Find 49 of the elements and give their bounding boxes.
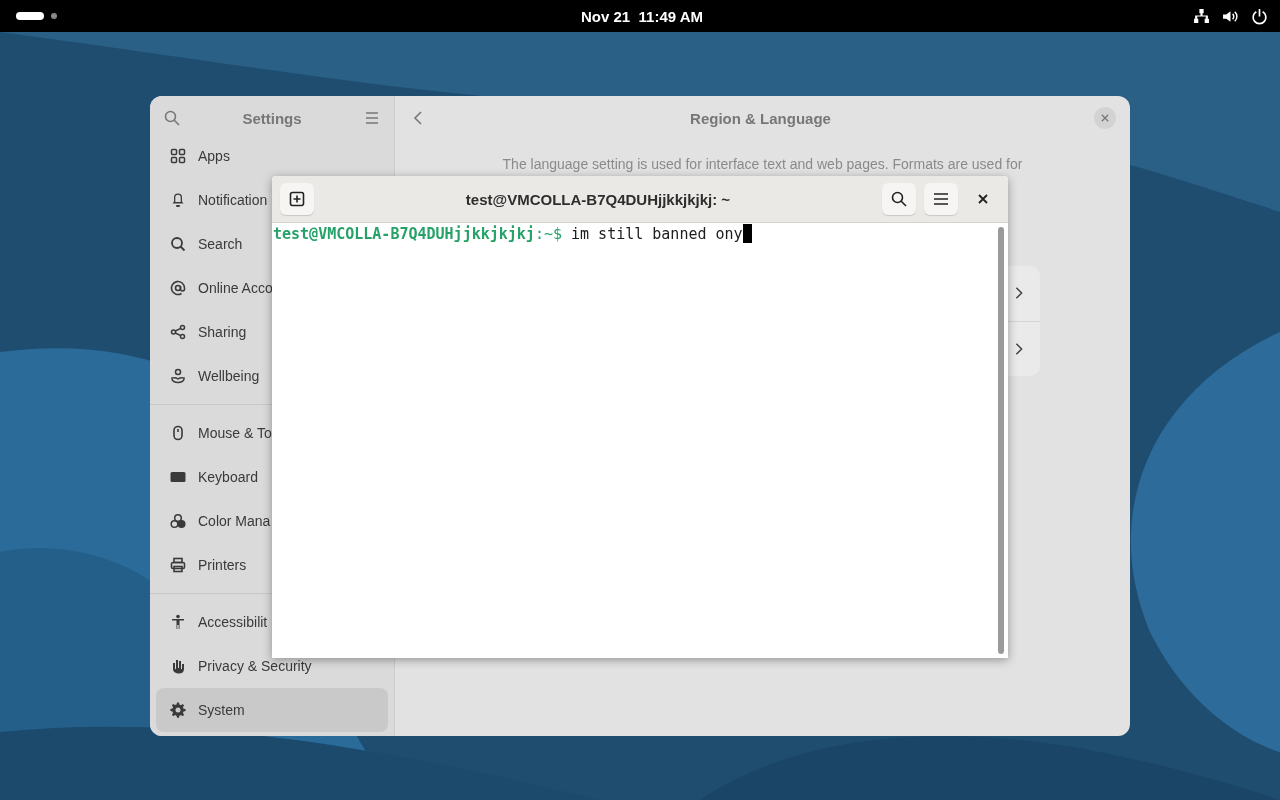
close-icon [978, 194, 988, 204]
sidebar-item[interactable]: Color Mana [156, 499, 271, 543]
accessibility-person-icon [170, 614, 186, 630]
color-circles-icon [170, 513, 186, 529]
sidebar-item[interactable]: Accessibilit [156, 600, 268, 644]
search-icon [891, 191, 907, 207]
clock[interactable]: Nov 21 11:49 AM [581, 7, 703, 25]
apps-grid-icon [170, 148, 186, 164]
search-icon [170, 236, 186, 252]
sidebar-item[interactable]: Mouse & To [156, 411, 272, 455]
sidebar-item[interactable]: System [156, 688, 388, 732]
window-title: Settings [242, 109, 302, 127]
menu-icon [933, 191, 949, 207]
text-cursor [742, 224, 752, 243]
network-icon[interactable] [1193, 7, 1210, 25]
printer-icon [170, 557, 186, 573]
gear-icon [170, 702, 186, 718]
sidebar-item[interactable]: Apps [156, 134, 230, 178]
mouse-icon [170, 425, 186, 441]
hand-icon [170, 658, 186, 674]
menu-button[interactable] [924, 183, 958, 215]
search-button[interactable] [882, 183, 916, 215]
terminal-title: test@VMCOLLA-B7Q4DUHjjkkjkjkj: ~ [464, 190, 732, 208]
prompt-path: :~$ [534, 225, 562, 243]
sidebar-item[interactable]: Wellbeing [156, 354, 260, 398]
sidebar-item[interactable]: Privacy & Security [156, 644, 312, 688]
close-icon [1101, 114, 1109, 122]
close-button[interactable] [1094, 107, 1116, 129]
description-text: The language setting is used for interface text and web pages. Formats are used for [501, 156, 1024, 172]
at-sign-icon [170, 280, 186, 296]
search-icon[interactable] [164, 110, 180, 126]
workspace-indicator-icon[interactable] [16, 12, 44, 20]
workspace-dot-icon[interactable] [51, 13, 57, 19]
sidebar-item[interactable]: Search [156, 222, 243, 266]
sidebar-item[interactable]: Online Acco [156, 266, 273, 310]
prompt-user: test@VMCOLLA-B7Q4DUHjjkkjkjkj [273, 225, 535, 243]
person-heart-icon [170, 368, 186, 384]
command-text: im still banned ony [571, 225, 743, 243]
sidebar-item[interactable]: Keyboard [156, 455, 258, 499]
plus-square-icon [289, 191, 305, 207]
bell-icon [170, 192, 186, 208]
page-title: Region & Language [690, 109, 831, 127]
share-icon [170, 324, 186, 340]
sidebar-item[interactable]: Notification [156, 178, 268, 222]
power-icon[interactable] [1251, 7, 1268, 25]
sidebar-item[interactable]: Sharing [156, 310, 247, 354]
new-tab-button[interactable] [280, 183, 314, 215]
scrollbar[interactable] [998, 227, 1004, 654]
sidebar-item[interactable]: Printers [156, 543, 247, 587]
